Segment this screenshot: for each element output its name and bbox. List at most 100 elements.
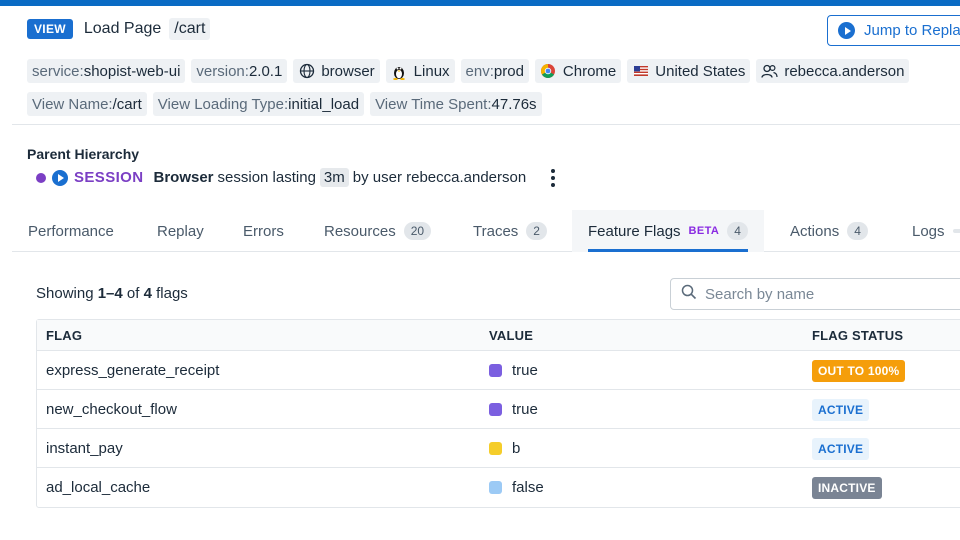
tag-view-loading-type[interactable]: View Loading Type: initial_load: [152, 92, 365, 116]
tag-key: View Name:: [32, 95, 113, 113]
flag-value-cell: true: [489, 401, 538, 418]
play-icon: [838, 22, 855, 39]
flag-status-cell: INACTIVE: [812, 477, 882, 499]
flag-status-cell: ACTIVE: [812, 399, 870, 421]
linux-icon: [391, 63, 408, 80]
value-swatch-icon: [489, 442, 502, 455]
flag-value-cell: true: [489, 362, 538, 379]
status-badge: INACTIVE: [812, 477, 882, 499]
status-badge: ACTIVE: [812, 438, 870, 460]
table-row[interactable]: new_checkout_flow true ACTIVE: [37, 390, 960, 429]
flags-table: FLAG VALUE FLAG STATUS express_generate_…: [36, 319, 960, 508]
flag-value: true: [512, 401, 538, 418]
summary-suffix: flags: [156, 285, 188, 302]
session-play-icon[interactable]: [52, 169, 68, 186]
search-icon: [681, 284, 697, 304]
tag-key: version:: [196, 62, 249, 80]
column-header-flag[interactable]: FLAG: [46, 328, 82, 343]
tag-key: View Time Spent:: [375, 95, 492, 113]
tag-key: env:: [465, 62, 494, 80]
search-input[interactable]: [705, 285, 955, 303]
attribute-tags: service: shopist-web-ui version: 2.0.1 bro…: [27, 59, 915, 83]
chrome-icon: [540, 63, 557, 80]
flag-value: false: [512, 479, 544, 496]
tab-actions[interactable]: Actions 4: [790, 210, 868, 252]
more-options-icon[interactable]: [551, 168, 556, 187]
tab-label: Resources: [324, 222, 396, 240]
session-label: SESSION: [74, 169, 144, 186]
jump-to-replay-button[interactable]: Jump to Replay: [827, 15, 960, 46]
table-row[interactable]: ad_local_cache false INACTIVE: [37, 468, 960, 507]
tag-key: service:: [32, 62, 84, 80]
tag-value: initial_load: [288, 95, 360, 113]
beta-badge: BETA: [688, 225, 720, 237]
summary-of: of: [126, 285, 140, 302]
tab-label: Feature Flags: [588, 222, 681, 240]
tab-count: 4: [847, 222, 868, 240]
summary-range: 1–4: [97, 285, 123, 302]
session-user-text: by user rebecca.anderson: [352, 169, 527, 186]
tag-view-time-spent[interactable]: View Time Spent: 47.76s: [370, 92, 542, 116]
value-swatch-icon: [489, 403, 502, 416]
status-badge: OUT TO 100%: [812, 360, 906, 382]
tab-label: Actions: [790, 222, 840, 240]
table-row[interactable]: instant_pay b ACTIVE: [37, 429, 960, 468]
tag-browser[interactable]: browser: [293, 59, 380, 83]
tag-view-name[interactable]: View Name:/cart: [27, 92, 147, 116]
flag-value: true: [512, 362, 538, 379]
top-accent-bar: [0, 0, 960, 6]
flag-name: instant_pay: [46, 440, 123, 457]
parent-hierarchy-title: Parent Hierarchy: [27, 146, 140, 162]
tab-label: Logs: [912, 222, 945, 240]
tag-value: /cart: [112, 95, 142, 113]
tab-resources[interactable]: Resources 20: [324, 210, 432, 252]
flag-value: b: [512, 440, 521, 457]
value-swatch-icon: [489, 481, 502, 494]
jump-to-replay-label: Jump to Replay: [864, 22, 960, 39]
column-header-value[interactable]: VALUE: [489, 328, 533, 343]
tag-user[interactable]: rebecca.anderson: [756, 59, 910, 83]
tab-replay[interactable]: Replay: [157, 210, 204, 252]
tab-label: Performance: [28, 222, 114, 240]
session-row[interactable]: SESSION Browser session lasting 3m by us…: [36, 168, 556, 187]
section-divider: [12, 124, 960, 125]
tag-value: Chrome: [562, 62, 617, 80]
flag-name: new_checkout_flow: [46, 401, 177, 418]
flag-name: ad_local_cache: [46, 479, 151, 496]
page-title: Load Page: [83, 20, 162, 37]
tag-version[interactable]: version: 2.0.1: [191, 59, 288, 83]
session-duration: 3m: [319, 168, 349, 187]
search-box[interactable]: [670, 278, 960, 310]
tag-service[interactable]: service: shopist-web-ui: [27, 59, 186, 83]
tag-env[interactable]: env: prod: [460, 59, 529, 83]
flag-value-cell: false: [489, 479, 544, 496]
flag-value-cell: b: [489, 440, 520, 457]
tab-feature-flags[interactable]: Feature Flags BETA 4: [572, 210, 764, 252]
view-header: VIEW Load Page /cart: [27, 18, 211, 40]
tag-country[interactable]: United States: [627, 59, 751, 83]
tag-value: browser: [321, 62, 375, 80]
tag-value: rebecca.anderson: [784, 62, 905, 80]
tag-chrome[interactable]: Chrome: [534, 59, 622, 83]
table-header: FLAG VALUE FLAG STATUS: [37, 320, 960, 351]
tab-count: 20: [403, 222, 432, 240]
session-browser: Browser: [153, 169, 214, 186]
view-path: /cart: [169, 18, 211, 40]
session-lasting-text: session lasting: [217, 169, 316, 186]
tag-os[interactable]: Linux: [385, 59, 455, 83]
tab-logs[interactable]: Logs: [912, 210, 960, 252]
status-badge: ACTIVE: [812, 399, 870, 421]
tab-count: 2: [526, 222, 547, 240]
view-attribute-tags: View Name:/cart View Loading Type: initia…: [27, 92, 548, 116]
tag-value: 2.0.1: [248, 62, 283, 80]
tab-label: Errors: [243, 222, 284, 240]
column-header-flag-status[interactable]: FLAG STATUS: [812, 328, 903, 343]
tab-performance[interactable]: Performance: [28, 210, 114, 252]
tag-value: shopist-web-ui: [83, 62, 181, 80]
table-row[interactable]: express_generate_receipt true OUT TO 100…: [37, 351, 960, 390]
summary-prefix: Showing: [36, 285, 94, 302]
tab-errors[interactable]: Errors: [243, 210, 284, 252]
tab-count: 4: [727, 222, 748, 240]
tab-bar: Performance Replay Errors Resources 20 T…: [12, 210, 960, 252]
tab-traces[interactable]: Traces 2: [473, 210, 547, 252]
